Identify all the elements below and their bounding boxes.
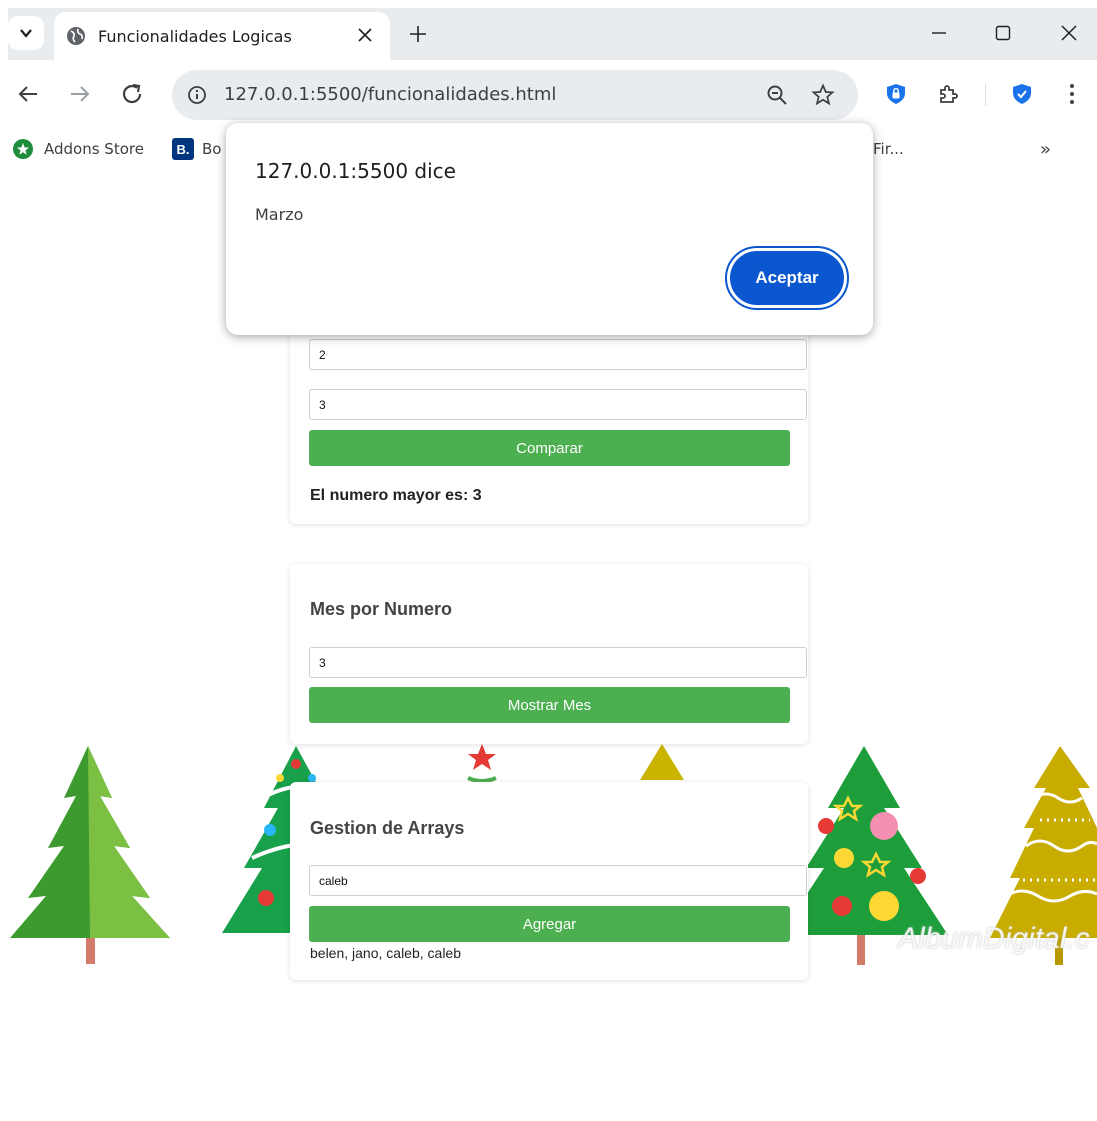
bookmark-star-icon[interactable] bbox=[810, 82, 836, 108]
reload-icon bbox=[122, 83, 142, 104]
alert-dialog: 127.0.0.1:5500 dice Marzo Aceptar bbox=[226, 123, 873, 335]
forward-button[interactable] bbox=[64, 78, 96, 110]
zoom-icon[interactable] bbox=[764, 82, 790, 108]
minimize-icon bbox=[932, 32, 946, 34]
dialog-ok-button[interactable]: Aceptar bbox=[725, 246, 849, 310]
dialog-title: 127.0.0.1:5500 dice bbox=[255, 159, 456, 183]
section-title: Gestion de Arrays bbox=[310, 818, 465, 838]
tab-search-button[interactable] bbox=[8, 16, 44, 50]
number-input-2[interactable]: 3 bbox=[309, 389, 807, 420]
maximize-icon bbox=[995, 25, 1011, 41]
bookmarks-overflow-button[interactable]: » bbox=[1040, 136, 1051, 162]
tab-active[interactable]: Funcionalidades Logicas bbox=[54, 12, 390, 60]
array-item-input[interactable]: caleb bbox=[309, 865, 807, 896]
compare-result: El numero mayor es: 3 bbox=[310, 487, 482, 504]
minimize-button[interactable] bbox=[924, 18, 954, 48]
booking-icon: B. bbox=[172, 138, 194, 160]
bookmark-addons-store[interactable]: Addons Store bbox=[12, 136, 144, 162]
card-arrays: Gestion de Arrays caleb Agregar belen, j… bbox=[290, 782, 808, 980]
add-item-button[interactable]: Agregar bbox=[309, 906, 790, 942]
arrow-right-icon bbox=[71, 86, 90, 102]
dialog-message: Marzo bbox=[255, 205, 304, 224]
reload-button[interactable] bbox=[116, 78, 148, 110]
show-month-button[interactable]: Mostrar Mes bbox=[309, 687, 790, 723]
toolbar: 127.0.0.1:5500/funcionalidades.html bbox=[0, 60, 1097, 130]
bookmark-booking[interactable]: B. Bo bbox=[172, 136, 221, 162]
chevron-down-icon bbox=[20, 29, 32, 38]
watermark-text: AlbumDigital.c bbox=[898, 922, 1090, 955]
tree-icon bbox=[467, 744, 497, 783]
close-window-button[interactable] bbox=[1054, 18, 1084, 48]
tab-close-button[interactable] bbox=[354, 24, 376, 46]
tree-icon bbox=[640, 744, 684, 780]
arrow-left-icon bbox=[18, 86, 37, 102]
shield-extension-icon[interactable] bbox=[882, 80, 910, 108]
menu-button[interactable] bbox=[1058, 80, 1086, 108]
bookmark-label: Fir... bbox=[873, 140, 904, 158]
array-list-output: belen, jano, caleb, caleb bbox=[310, 945, 461, 961]
tab-strip: Funcionalidades Logicas bbox=[0, 0, 1097, 60]
puzzle-extension-icon[interactable] bbox=[934, 80, 962, 108]
section-title: Mes por Numero bbox=[310, 599, 453, 619]
maximize-button[interactable] bbox=[988, 18, 1018, 48]
bookmark-label: Addons Store bbox=[44, 140, 144, 158]
close-icon bbox=[1061, 25, 1077, 41]
compare-button[interactable]: Comparar bbox=[309, 430, 790, 466]
tree-icon bbox=[10, 746, 170, 964]
toolbar-divider bbox=[985, 84, 986, 106]
card-mes: Mes por Numero 3 Mostrar Mes bbox=[290, 564, 808, 744]
dialog-ok-label: Aceptar bbox=[730, 251, 844, 305]
address-bar[interactable]: 127.0.0.1:5500/funcionalidades.html bbox=[172, 70, 858, 120]
site-info-icon[interactable] bbox=[184, 82, 210, 108]
plus-icon bbox=[410, 26, 426, 42]
close-icon bbox=[358, 28, 372, 42]
bookmark-firefox[interactable]: Fir... bbox=[873, 136, 904, 162]
number-input-1[interactable]: 2 bbox=[309, 339, 807, 370]
url-text[interactable]: 127.0.0.1:5500/funcionalidades.html bbox=[224, 84, 556, 105]
globe-icon bbox=[67, 27, 85, 45]
tab-title: Funcionalidades Logicas bbox=[98, 26, 292, 46]
back-button[interactable] bbox=[12, 78, 44, 110]
month-number-input[interactable]: 3 bbox=[309, 647, 807, 678]
addons-store-icon bbox=[13, 139, 33, 159]
bitwarden-extension-icon[interactable] bbox=[1008, 80, 1036, 108]
more-vert-icon bbox=[1070, 84, 1074, 104]
chevron-double-right-icon: » bbox=[1040, 138, 1052, 160]
new-tab-button[interactable] bbox=[404, 20, 432, 48]
bookmark-label: Bo bbox=[202, 140, 222, 158]
